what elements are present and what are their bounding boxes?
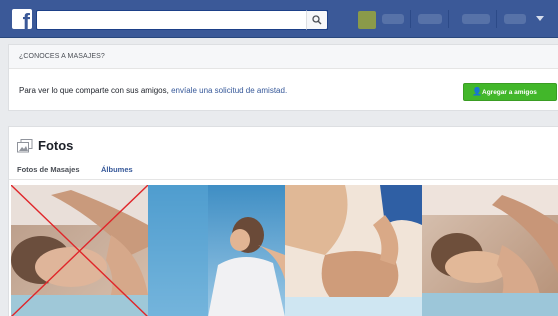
photo-thumbnail-1[interactable] xyxy=(11,185,148,316)
add-friend-icon: 👤 xyxy=(472,87,482,96)
tab-albums[interactable]: Álbumes xyxy=(101,165,133,174)
nav-divider xyxy=(410,10,411,28)
tab-photos-of[interactable]: Fotos de Masajes xyxy=(17,165,80,174)
nav-divider xyxy=(496,10,497,28)
photo-thumbnail-4[interactable] xyxy=(422,185,558,316)
nav-home-link[interactable] xyxy=(418,14,442,24)
nav-profile-link[interactable] xyxy=(382,14,404,24)
photo-grid xyxy=(11,185,558,316)
massage-photo-3 xyxy=(285,185,422,316)
caret-down-icon[interactable] xyxy=(536,16,544,21)
massage-photo-4 xyxy=(422,185,558,316)
massage-photo-1 xyxy=(11,185,148,316)
send-friend-request-link[interactable]: envíale una solicitud de amistad. xyxy=(171,86,287,95)
friend-request-message: Para ver lo que comparte con sus amigos,… xyxy=(19,86,287,95)
nav-notifications[interactable] xyxy=(504,14,526,24)
search-input[interactable] xyxy=(36,10,328,30)
photo-thumbnail-2[interactable] xyxy=(148,185,285,316)
friend-request-header: ¿CONOCES A MASAJES? xyxy=(9,45,558,69)
nav-friends-link[interactable] xyxy=(462,14,490,24)
add-friend-button[interactable]: 👤 Agregar a amigos xyxy=(463,83,557,101)
massage-photo-2 xyxy=(148,185,285,316)
section-divider xyxy=(9,179,558,180)
profile-avatar[interactable] xyxy=(358,11,376,29)
top-nav-bar: f xyxy=(0,0,558,38)
facebook-logo-icon[interactable]: f xyxy=(12,9,32,29)
photos-section: Fotos Fotos de Masajes Álbumes xyxy=(8,126,558,316)
logo-letter: f xyxy=(22,9,30,30)
nav-divider xyxy=(448,10,449,28)
photos-icon xyxy=(17,139,33,153)
add-friend-label: Agregar a amigos xyxy=(482,89,537,96)
photos-title: Fotos xyxy=(38,138,74,153)
friend-request-panel: ¿CONOCES A MASAJES? Para ver lo que comp… xyxy=(8,44,558,111)
friend-request-text: Para ver lo que comparte con sus amigos, xyxy=(19,86,169,95)
friend-request-heading: ¿CONOCES A MASAJES? xyxy=(19,53,105,60)
search-icon xyxy=(312,15,322,25)
photo-thumbnail-3[interactable] xyxy=(285,185,422,316)
search-button[interactable] xyxy=(306,10,328,30)
